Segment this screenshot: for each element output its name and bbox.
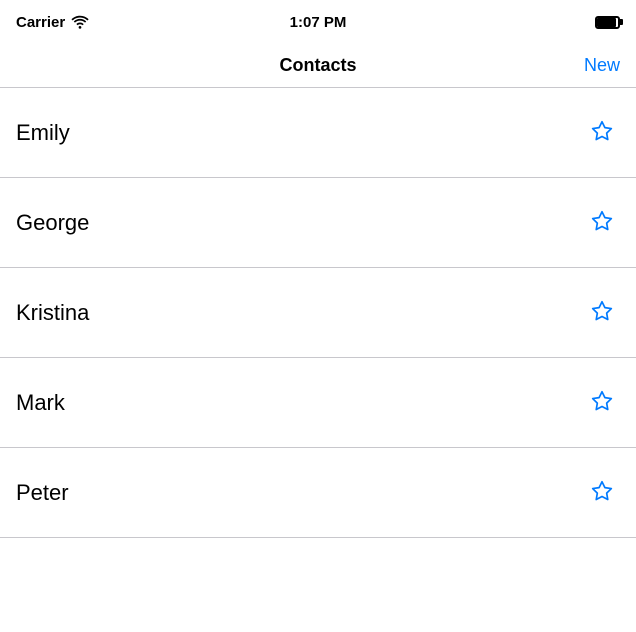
nav-title: Contacts [279, 55, 356, 76]
status-right [595, 16, 620, 29]
contact-name: Mark [16, 390, 65, 416]
wifi-icon [71, 15, 89, 29]
battery-icon [595, 16, 620, 29]
new-contact-button[interactable]: New [584, 55, 620, 76]
status-time: 1:07 PM [290, 14, 347, 31]
contact-name: George [16, 210, 89, 236]
star-icon [588, 299, 616, 327]
contact-item[interactable]: Peter [0, 448, 636, 538]
battery-fill [597, 18, 616, 27]
star-icon [588, 209, 616, 237]
contact-name: Peter [16, 480, 69, 506]
star-icon [588, 119, 616, 147]
nav-bar: Contacts New [0, 44, 636, 88]
contact-item[interactable]: George [0, 178, 636, 268]
status-left: Carrier [16, 14, 89, 31]
contact-item[interactable]: Mark [0, 358, 636, 448]
contact-name: Kristina [16, 300, 89, 326]
carrier-label: Carrier [16, 14, 65, 31]
contact-name: Emily [16, 120, 70, 146]
status-bar: Carrier 1:07 PM [0, 0, 636, 44]
contact-item[interactable]: Emily [0, 88, 636, 178]
star-button[interactable] [584, 115, 620, 151]
star-button[interactable] [584, 475, 620, 511]
star-button[interactable] [584, 205, 620, 241]
contact-item[interactable]: Kristina [0, 268, 636, 358]
star-icon [588, 479, 616, 507]
star-button[interactable] [584, 385, 620, 421]
star-button[interactable] [584, 295, 620, 331]
contact-list: Emily George Kristina Mark Peter [0, 88, 636, 538]
star-icon [588, 389, 616, 417]
